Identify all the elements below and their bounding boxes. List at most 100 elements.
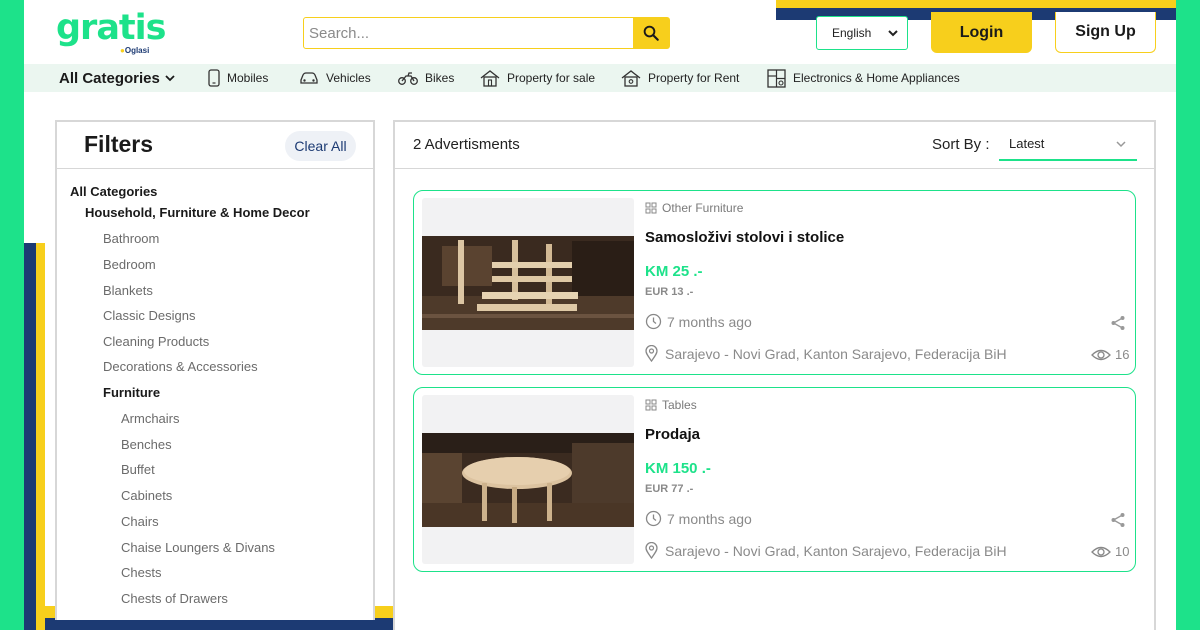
house-key-icon [621,70,641,87]
ad-category-label: Other Furniture [662,201,744,215]
ad-location-label: Sarajevo - Novi Grad, Kanton Sarajevo, F… [665,345,1007,362]
search-input[interactable] [304,18,633,48]
tree-item-household[interactable]: Household, Furniture & Home Decor [85,205,310,220]
category-item-property-rent[interactable]: Property for Rent [621,64,739,92]
appliances-icon [767,68,786,88]
category-item-property-sale[interactable]: Property for sale [480,64,595,92]
ad-price-eur: EUR 13 .- [645,286,694,298]
tree-item-chests-of-drawers[interactable]: Chests of Drawers [121,591,228,606]
ad-price-eur: EUR 77 .- [645,483,694,495]
tree-item-furniture[interactable]: Furniture [103,385,160,400]
ad-title[interactable]: Prodaja [645,426,700,443]
filters-header: Filters Clear All [57,122,373,169]
ad-posted-time: 7 months ago [645,510,752,527]
frame-right-stripe [1176,0,1200,630]
decor-top-yellow-bar [776,0,1176,8]
site-logo[interactable]: gratis ●Oglasi [56,8,167,58]
share-button[interactable] [1110,315,1126,336]
ad-thumbnail[interactable] [422,198,634,367]
ad-views-count: 10 [1115,544,1130,559]
sort-label: Sort By : [932,136,990,153]
ad-views-count: 16 [1115,347,1130,362]
ad-category: Other Furniture [645,201,743,215]
tree-item-cleaning-products[interactable]: Cleaning Products [103,334,209,349]
ad-card[interactable]: Other Furniture Samosloživi stolovi i st… [413,190,1136,375]
tree-item-armchairs[interactable]: Armchairs [121,411,180,426]
tree-item-blankets[interactable]: Blankets [103,283,153,298]
category-item-vehicles[interactable]: Vehicles [299,64,371,92]
clock-icon [645,313,662,330]
filters-panel: Filters Clear All All Categories Househo… [55,120,375,620]
eye-icon [1091,349,1111,360]
ad-thumbnail[interactable] [422,395,634,564]
category-item-label: Property for Rent [648,71,740,85]
ad-category: Tables [645,398,697,412]
tree-item-benches[interactable]: Benches [121,437,172,452]
sort-select[interactable]: Latest [999,128,1137,161]
location-pin-icon [645,345,658,362]
results-count: 2 Advertisments [413,136,520,153]
car-icon [300,72,318,84]
results-panel: 2 Advertisments Sort By : Latest Other F… [393,120,1156,630]
results-header: 2 Advertisments Sort By : Latest [395,122,1154,169]
tree-item-classic-designs[interactable]: Classic Designs [103,308,195,323]
eye-icon [1091,546,1111,557]
tree-item-buffet[interactable]: Buffet [121,462,155,477]
tree-item-chests[interactable]: Chests [121,565,161,580]
ad-photo-round-table [422,433,634,527]
phone-icon [208,69,220,87]
ad-location-label: Sarajevo - Novi Grad, Kanton Sarajevo, F… [665,542,1007,559]
tree-item-chairs[interactable]: Chairs [121,514,159,529]
location-pin-icon [645,542,658,559]
category-item-electronics[interactable]: Electronics & Home Appliances [767,64,960,92]
search-icon [643,25,659,41]
tree-item-chaise-loungers[interactable]: Chaise Loungers & Divans [121,540,275,555]
category-item-label: Mobiles [227,71,269,85]
tree-item-decorations[interactable]: Decorations & Accessories [103,359,258,374]
ad-card[interactable]: Tables Prodaja KM 150 .- EUR 77 .- 7 mon… [413,387,1136,572]
search-button[interactable] [633,18,669,48]
chevron-down-icon [165,75,175,82]
decor-left-navy-bar [24,243,36,630]
tree-item-all-categories[interactable]: All Categories [70,184,157,199]
ad-time-label: 7 months ago [667,510,752,527]
category-item-mobiles[interactable]: Mobiles [208,64,268,92]
language-value: English [832,26,872,40]
category-item-label: Vehicles [326,71,371,85]
chevron-down-icon [1116,140,1126,147]
share-icon [1111,513,1125,527]
ad-photo-wooden-chairs [422,236,634,330]
category-bar: All Categories Mobiles Vehicles Bikes Pr… [24,64,1176,92]
grid-icon [645,202,657,214]
login-button[interactable]: Login [931,12,1032,53]
all-categories-dropdown[interactable]: All Categories [59,64,176,92]
house-icon [480,70,500,87]
decor-left-yellow-bar [36,243,45,630]
clock-icon [645,510,662,527]
logo-text: gratis [56,8,167,48]
ad-location: Sarajevo - Novi Grad, Kanton Sarajevo, F… [645,345,1007,362]
ad-posted-time: 7 months ago [645,313,752,330]
category-item-bikes[interactable]: Bikes [398,64,454,92]
tree-item-bedroom[interactable]: Bedroom [103,257,156,272]
clear-all-button[interactable]: Clear All [285,131,356,161]
ad-price: KM 25 .- [645,263,703,280]
ad-category-label: Tables [662,398,697,412]
category-item-label: Bikes [425,71,455,85]
category-item-label: Electronics & Home Appliances [793,71,960,85]
ad-title[interactable]: Samosloživi stolovi i stolice [645,229,844,246]
tree-item-bathroom[interactable]: Bathroom [103,231,159,246]
frame-left-stripe [0,0,24,630]
filters-title: Filters [84,131,154,157]
sort-value: Latest [1009,136,1045,151]
share-icon [1111,316,1125,330]
ad-location: Sarajevo - Novi Grad, Kanton Sarajevo, F… [645,542,1007,559]
language-select[interactable]: English [816,16,908,50]
tree-item-cabinets[interactable]: Cabinets [121,488,172,503]
motorbike-icon [398,72,418,85]
share-button[interactable] [1110,512,1126,533]
signup-button[interactable]: Sign Up [1055,12,1156,53]
search-bar [303,17,670,49]
ad-time-label: 7 months ago [667,313,752,330]
ad-views: 16 [1091,347,1129,362]
